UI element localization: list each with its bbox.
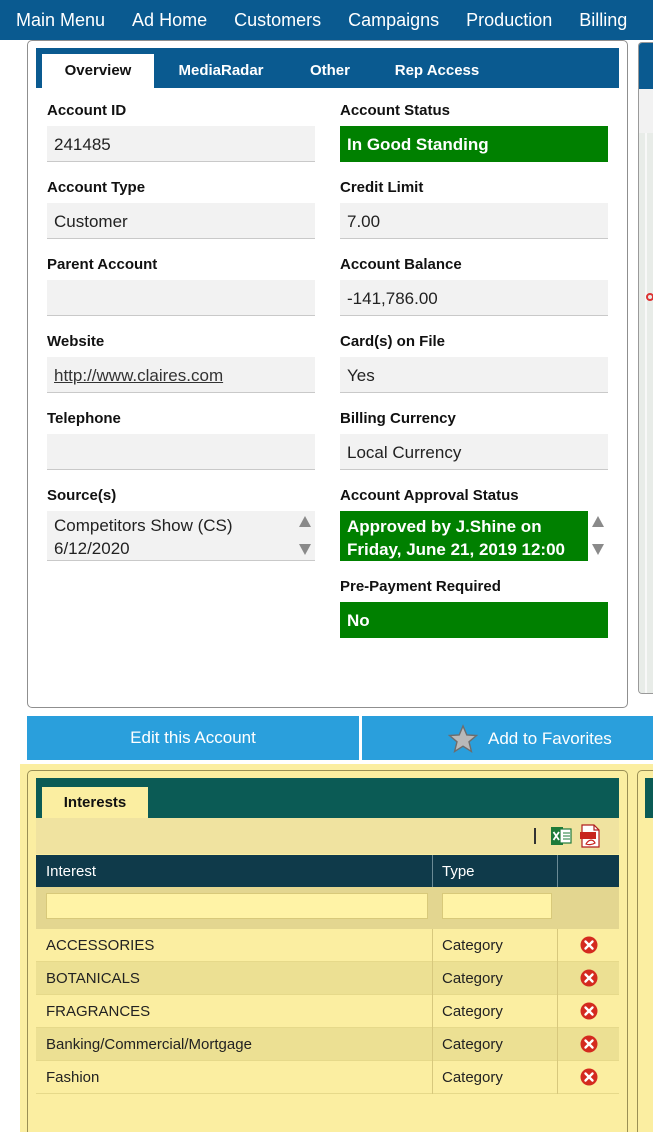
nav-campaigns[interactable]: Campaigns <box>334 0 452 40</box>
excel-icon[interactable] <box>550 825 572 847</box>
type-cell: Category <box>442 937 503 954</box>
table-row[interactable]: ACCESSORIES Category <box>36 929 619 962</box>
account-status-badge: In Good Standing <box>340 126 608 162</box>
pdf-icon[interactable] <box>579 824 601 848</box>
table-row[interactable]: BOTANICALS Category <box>36 962 619 995</box>
telephone-value <box>47 434 315 470</box>
tab-other[interactable]: Other <box>290 54 370 88</box>
sources-scrollbar[interactable] <box>298 516 312 558</box>
telephone-label: Telephone <box>47 410 121 427</box>
credit-limit-label: Credit Limit <box>340 179 424 196</box>
add-to-favorites-button[interactable]: Add to Favorites <box>362 716 653 760</box>
type-cell: Category <box>442 1003 503 1020</box>
map-panel-edge <box>638 42 653 694</box>
sources-line-2: 6/12/2020 <box>54 539 130 558</box>
map-panel-header <box>639 43 653 89</box>
approval-scrollbar[interactable] <box>591 516 605 558</box>
table-header: Interest Type <box>36 855 619 887</box>
interests-section: Interests Interest Type ACCESSORIES Cate… <box>20 764 653 1132</box>
billing-currency-label: Billing Currency <box>340 410 456 427</box>
cards-on-file-value: Yes <box>340 357 608 393</box>
approval-status-field[interactable]: Approved by J.Shine on Friday, June 21, … <box>340 511 608 561</box>
interest-filter-input[interactable] <box>46 893 428 919</box>
table-row[interactable]: Banking/Commercial/Mortgage Category <box>36 1028 619 1061</box>
type-cell: Category <box>442 1069 503 1086</box>
interests-panel: Interests Interest Type ACCESSORIES Cate… <box>27 770 628 1132</box>
account-balance-value: -141,786.00 <box>340 280 608 316</box>
scroll-up-icon[interactable] <box>592 516 604 527</box>
top-nav: Main Menu Ad Home Customers Campaigns Pr… <box>0 0 653 40</box>
type-filter-input[interactable] <box>442 893 552 919</box>
billing-currency-value: Local Currency <box>340 434 608 470</box>
table-row[interactable]: Fashion Category <box>36 1061 619 1094</box>
account-balance-label: Account Balance <box>340 256 462 273</box>
nav-main-menu[interactable]: Main Menu <box>0 0 118 40</box>
account-status-label: Account Status <box>340 102 451 119</box>
nav-ad-home[interactable]: Ad Home <box>118 0 220 40</box>
parent-account-value <box>47 280 315 316</box>
sources-list[interactable]: Competitors Show (CS) 6/12/2020 <box>47 511 315 561</box>
delete-icon[interactable] <box>580 969 598 987</box>
approval-status-line-2: Friday, June 21, 2019 12:00 <box>347 540 565 559</box>
column-interest-header[interactable]: Interest <box>46 855 96 889</box>
interest-cell: Fashion <box>46 1069 100 1086</box>
account-id-label: Account ID <box>47 102 127 119</box>
nav-production[interactable]: Production <box>452 0 565 40</box>
account-panel: Overview MediaRadar Other Rep Access Acc… <box>27 40 628 708</box>
website-link[interactable]: http://www.claires.com <box>54 366 223 385</box>
map-marker-icon <box>646 293 653 301</box>
interests-table: Interest Type ACCESSORIES Category BOTAN… <box>36 855 619 1094</box>
account-tabbar: Overview MediaRadar Other Rep Access <box>36 48 619 88</box>
website-label: Website <box>47 333 105 350</box>
parent-account-label: Parent Account <box>47 256 158 273</box>
credit-limit-value: 7.00 <box>340 203 608 239</box>
next-panel-edge <box>637 770 653 1132</box>
scroll-up-icon[interactable] <box>299 516 311 527</box>
table-row[interactable]: FRAGRANCES Category <box>36 995 619 1028</box>
website-field: http://www.claires.com <box>47 357 315 393</box>
interest-cell: Banking/Commercial/Mortgage <box>46 1036 252 1053</box>
nav-billing[interactable]: Billing <box>565 0 640 40</box>
delete-icon[interactable] <box>580 1002 598 1020</box>
tab-rep-access[interactable]: Rep Access <box>382 54 492 88</box>
action-bar: Edit this Account Add to Favorites <box>27 716 653 760</box>
account-type-value: Customer <box>47 203 315 239</box>
interest-cell: ACCESSORIES <box>46 937 155 954</box>
interest-cell: BOTANICALS <box>46 970 140 987</box>
interests-tabbar: Interests <box>36 778 619 818</box>
sources-line-1: Competitors Show (CS) <box>54 516 233 535</box>
toolbar-divider <box>534 828 536 844</box>
interest-cell: FRAGRANCES <box>46 1003 151 1020</box>
map-area[interactable] <box>639 133 653 693</box>
sources-label: Source(s) <box>47 487 117 504</box>
tab-mediaradar[interactable]: MediaRadar <box>164 54 278 88</box>
filter-row <box>36 887 619 929</box>
account-type-label: Account Type <box>47 179 146 196</box>
delete-icon[interactable] <box>580 1035 598 1053</box>
edit-account-button[interactable]: Edit this Account <box>27 716 359 760</box>
scroll-down-icon[interactable] <box>592 544 604 555</box>
nav-customers[interactable]: Customers <box>220 0 334 40</box>
scroll-down-icon[interactable] <box>299 544 311 555</box>
approval-status-line-1: Approved by J.Shine on <box>347 517 542 536</box>
tab-interests[interactable]: Interests <box>42 787 148 818</box>
column-type-header[interactable]: Type <box>442 855 475 889</box>
delete-icon[interactable] <box>580 936 598 954</box>
star-icon <box>448 724 478 754</box>
prepayment-value: No <box>340 602 608 638</box>
prepayment-label: Pre-Payment Required <box>340 578 501 595</box>
add-to-favorites-label: Add to Favorites <box>488 729 612 748</box>
tab-overview[interactable]: Overview <box>42 54 154 88</box>
account-id-value: 241485 <box>47 126 315 162</box>
interests-toolbar <box>36 818 619 854</box>
type-cell: Category <box>442 970 503 987</box>
cards-on-file-label: Card(s) on File <box>340 333 446 350</box>
type-cell: Category <box>442 1036 503 1053</box>
approval-status-label: Account Approval Status <box>340 487 519 504</box>
delete-icon[interactable] <box>580 1068 598 1086</box>
